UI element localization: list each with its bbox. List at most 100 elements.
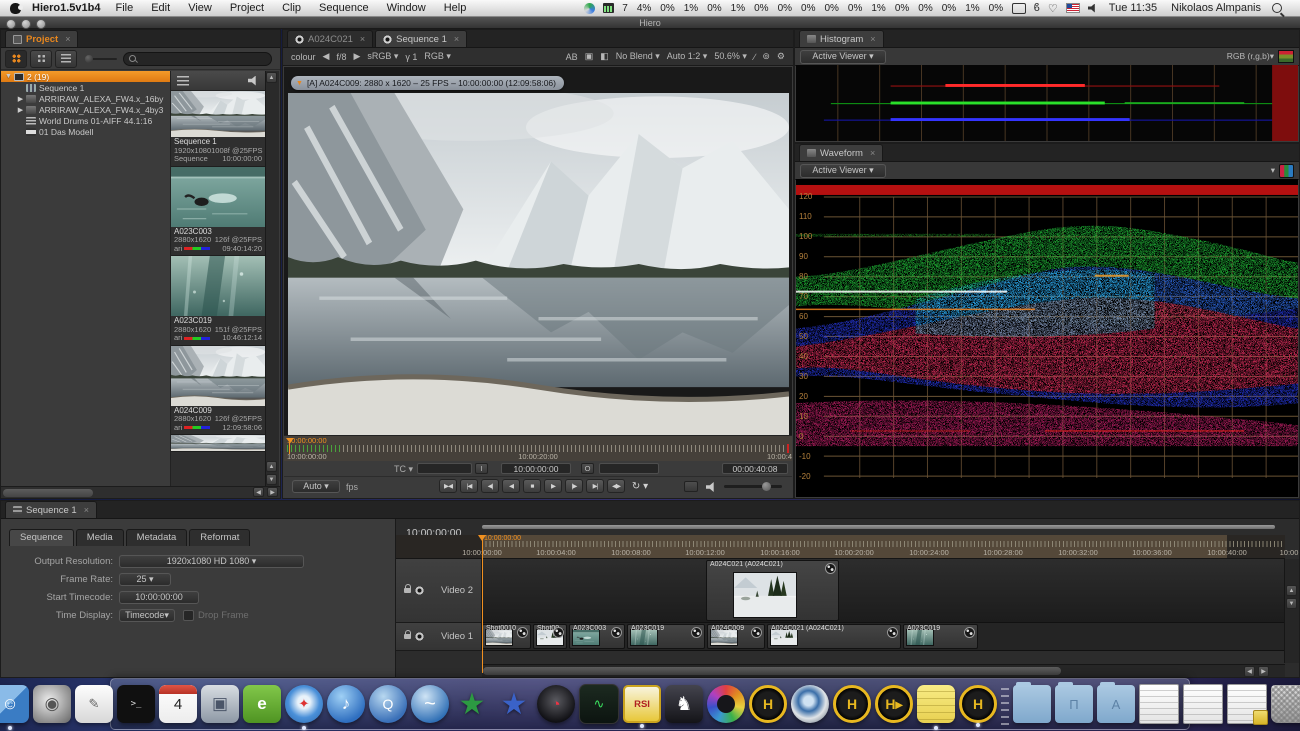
set-in-button[interactable]: I — [475, 463, 488, 474]
menubar-clock[interactable]: Tue 11:35 — [1102, 2, 1164, 14]
dock-folder-applications-icon[interactable]: A — [1097, 685, 1135, 723]
settings-gear-icon[interactable]: ⚙ — [777, 51, 785, 62]
scroll-down-icon[interactable]: ▼ — [1286, 598, 1297, 609]
menu-sequence[interactable]: Sequence — [310, 2, 378, 14]
dock-hiero-b-icon[interactable]: H — [833, 685, 871, 723]
histogram-source-dropdown[interactable]: Active Viewer ▾ — [800, 50, 886, 64]
volume-slider[interactable] — [724, 485, 782, 488]
start-timecode-field[interactable]: 10:00:00:00 — [119, 591, 199, 604]
close-icon[interactable]: × — [84, 505, 89, 515]
scroll-up-icon-2[interactable]: ▲ — [266, 461, 277, 472]
prev-edit-button[interactable]: |◀ — [460, 479, 478, 493]
zoom-dropdown[interactable]: 50.6% ▾ — [714, 51, 747, 62]
scroll-right-icon[interactable]: ▶ — [267, 487, 278, 497]
bin-clip-a024c009[interactable]: A024C0092880x1620126f @25FPSari 12:09:58… — [171, 346, 265, 436]
hscroll-handle[interactable] — [483, 667, 1061, 675]
audio-icon[interactable] — [248, 76, 259, 86]
visibility-eye-icon[interactable] — [415, 586, 424, 595]
play-backward-button[interactable]: ◀ — [502, 479, 520, 493]
tab-waveform[interactable]: Waveform × — [799, 144, 883, 161]
dock-photo-booth-icon[interactable]: ▣ — [201, 685, 239, 723]
tree-item-3[interactable]: ▶ARRIRAW_ALEXA_FW4.x_4by3 — [1, 104, 170, 115]
timeline-playhead[interactable] — [482, 535, 483, 673]
timeline-ruler[interactable]: 10:00:00:00 10:00:00:0010:00:04:0010:00:… — [396, 535, 1285, 559]
menu-edit[interactable]: Edit — [142, 2, 179, 14]
ab-compare-button[interactable]: AB — [566, 52, 578, 62]
tab-a024c021[interactable]: A024C021× — [287, 30, 373, 47]
goto-out-button[interactable]: ◀▶ — [607, 479, 625, 493]
dock-terminal-icon[interactable]: >_ — [117, 685, 155, 723]
dock-finder-window-2-icon[interactable] — [1183, 684, 1223, 724]
close-icon[interactable]: × — [870, 148, 875, 158]
dock-stickies-icon[interactable] — [917, 685, 955, 723]
dock-calendar-icon[interactable]: 4 — [159, 685, 197, 723]
apple-menu-icon[interactable] — [10, 3, 21, 14]
tree-item-1[interactable]: Sequence 1 — [1, 82, 170, 93]
dock-fan-app-green-icon[interactable]: ★ — [453, 685, 491, 723]
dock-disk-utility-icon[interactable]: ◉ — [33, 685, 71, 723]
sync-status-icon[interactable] — [584, 3, 595, 14]
waveform-source-dropdown[interactable]: Active Viewer ▾ — [800, 164, 886, 178]
tree-item-2[interactable]: ▶ARRIRAW_ALEXA_FW4.x_16by — [1, 93, 170, 104]
close-icon[interactable]: × — [65, 34, 70, 44]
dock-textedit-icon[interactable]: ✎ — [75, 685, 113, 723]
subtab-metadata[interactable]: Metadata — [126, 529, 188, 546]
tab-histogram[interactable]: Histogram × — [799, 30, 884, 47]
histogram-mode-dropdown[interactable]: RGB (r,g,b)▾ — [1227, 51, 1274, 62]
menu-project[interactable]: Project — [221, 2, 273, 14]
waveform-mode-dropdown[interactable]: ▾ — [1271, 165, 1275, 176]
dock-rsi-window-icon[interactable] — [1227, 684, 1267, 724]
bin-clip-a023c019[interactable]: A023C0192880x1620151f @25FPSari 10:46:12… — [171, 256, 265, 346]
current-timecode-field[interactable]: 10:00:00:00 — [501, 463, 571, 474]
dock-unicorn-app-icon[interactable]: ♞ — [665, 685, 703, 723]
menubar-user[interactable]: Nikolaos Almpanis — [1164, 2, 1268, 14]
dock-fan-app-blue-icon[interactable]: ★ — [495, 685, 533, 723]
dock-hiero-a-icon[interactable]: H — [749, 685, 787, 723]
dock-finder-window-1-icon[interactable] — [1139, 684, 1179, 724]
clip-a024c021-a024c021-[interactable]: A024C021 (A024C021) — [706, 560, 839, 621]
bin-clip-sequence-1[interactable]: Sequence 11920x10801008f @25FPSSequence … — [171, 91, 265, 167]
disclosure-down-icon[interactable]: ▼ — [4, 73, 13, 80]
tree-item-4[interactable]: World Drums 01-AIFF 44.1:16 — [1, 115, 170, 126]
scroll-left-icon[interactable]: ◀ — [253, 487, 264, 497]
dock-folder-library-icon[interactable]: Π — [1055, 685, 1093, 723]
close-icon[interactable]: × — [360, 34, 365, 44]
project-search-input[interactable] — [123, 52, 272, 66]
frame-rate-dropdown[interactable]: 25 ▾ — [119, 573, 171, 586]
clip-a023c019[interactable]: A023C019 — [903, 624, 978, 649]
viewer-canvas[interactable]: ▼ [A] A024C009: 2880 x 1620 – 25 FPS – 1… — [284, 67, 792, 435]
dock-safari-icon[interactable]: ✦ — [285, 685, 323, 723]
filter-icon[interactable] — [177, 76, 189, 86]
viewer-info-bar[interactable]: ▼ [A] A024C009: 2880 x 1620 – 25 FPS – 1… — [291, 76, 564, 90]
channels-dropdown[interactable]: RGB ▾ — [424, 51, 451, 62]
set-out-button[interactable]: O — [581, 463, 594, 474]
lock-icon[interactable] — [404, 634, 411, 639]
clip-a024c009[interactable]: A024C009 — [707, 624, 765, 649]
layers-icon[interactable]: ▣ — [585, 51, 594, 62]
dock-itunes-icon[interactable]: ♪ — [327, 685, 365, 723]
scroll-right-icon[interactable]: ▶ — [1258, 666, 1269, 677]
volume-menu-icon[interactable] — [1088, 4, 1098, 13]
menu-view[interactable]: View — [179, 2, 221, 14]
bin-scrollbar[interactable]: ▲ ▲ ▼ — [265, 71, 279, 486]
cpu-graph-icon[interactable] — [603, 3, 614, 13]
duration-field[interactable]: 00:00:40:08 — [722, 463, 788, 474]
timeline-zoom-bar[interactable] — [482, 525, 1275, 529]
rgb-layers-icon[interactable] — [1278, 50, 1294, 63]
eyedropper-icon[interactable]: ∕ — [754, 52, 756, 62]
app-menu-title[interactable]: Hiero1.5v1b4 — [32, 2, 100, 14]
output-resolution-dropdown[interactable]: 1920x1080 HD 1080 ▾ — [119, 555, 304, 568]
dock-folder-documents-icon[interactable] — [1013, 685, 1051, 723]
thumbnail-view-button[interactable] — [5, 50, 27, 68]
subtab-reformat[interactable]: Reformat — [189, 529, 250, 546]
list-view-button[interactable] — [55, 50, 77, 68]
timeline-vscrollbar[interactable]: ▲ ▼ — [1284, 559, 1299, 663]
mute-checkbox[interactable] — [684, 481, 698, 492]
menu-file[interactable]: File — [106, 2, 142, 14]
tab-project[interactable]: Project × — [5, 30, 78, 47]
dock-evernote-icon[interactable]: e — [243, 685, 281, 723]
input-language-flag-icon[interactable] — [1066, 3, 1080, 13]
heart-menu-icon[interactable]: ♡ — [1048, 2, 1058, 15]
tab-sequence-1[interactable]: Sequence 1 × — [5, 501, 97, 518]
timeline-hscrollbar[interactable]: ◀ ▶ — [482, 664, 1285, 677]
